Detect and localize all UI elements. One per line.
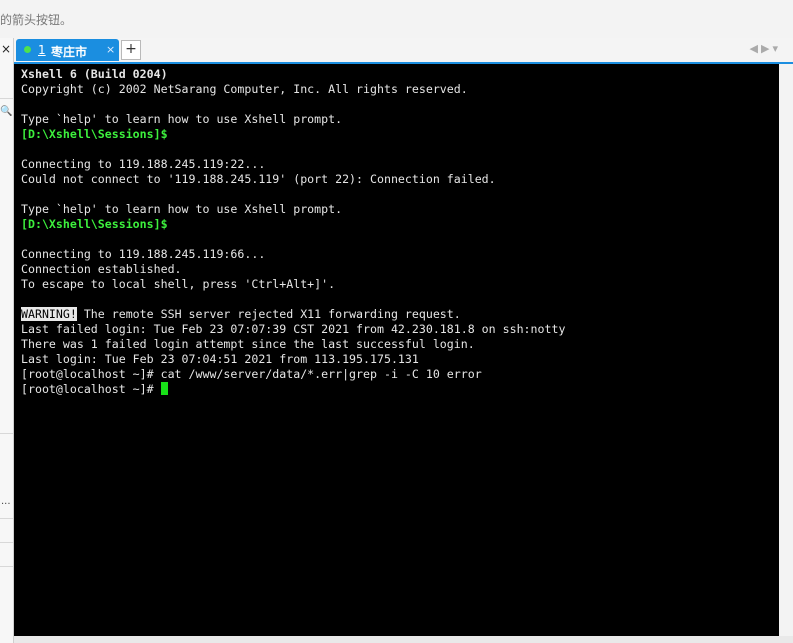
warning-label: WARNING!	[21, 307, 77, 321]
session-side-panel: × 🔍 ...	[0, 38, 14, 643]
divider	[0, 566, 13, 567]
terminal-line: Could not connect to '119.188.245.119' (…	[21, 172, 496, 186]
tab-navigation: ◀▶▾	[750, 42, 781, 55]
close-icon[interactable]: ×	[1, 42, 11, 56]
divider	[0, 518, 13, 519]
tab-close-icon[interactable]: ×	[106, 43, 115, 56]
warning-text: The remote SSH server rejected X11 forwa…	[76, 307, 461, 321]
tab-number: 1	[38, 43, 46, 57]
terminal-line: Connection established.	[21, 262, 182, 276]
divider	[0, 542, 13, 543]
vertical-scrollbar[interactable]	[779, 64, 793, 636]
terminal-line: Type `help' to learn how to use Xshell p…	[21, 112, 343, 126]
terminal-line: Copyright (c) 2002 NetSarang Computer, I…	[21, 82, 468, 96]
terminal-line: To escape to local shell, press 'Ctrl+Al…	[21, 277, 336, 291]
shell-prompt: [root@localhost ~]#	[21, 382, 161, 396]
terminal-line: Xshell 6 (Build 0204)	[21, 67, 168, 81]
terminal-line: There was 1 failed login attempt since t…	[21, 337, 475, 351]
warning-line: WARNING! The remote SSH server rejected …	[21, 307, 565, 322]
connected-status-icon	[24, 46, 31, 53]
command-line: [root@localhost ~]# cat /www/server/data…	[21, 367, 482, 381]
terminal-screen[interactable]: Xshell 6 (Build 0204) Copyright (c) 2002…	[14, 64, 779, 636]
divider	[0, 98, 13, 99]
divider	[0, 433, 13, 434]
chevron-left-icon[interactable]: ◀	[750, 42, 761, 55]
add-tab-button[interactable]: +	[121, 40, 141, 60]
terminal-line: Last failed login: Tue Feb 23 07:07:39 C…	[21, 322, 566, 336]
terminal-line: Last login: Tue Feb 23 07:04:51 2021 fro…	[21, 352, 419, 366]
more-icon[interactable]: ...	[1, 496, 11, 507]
tab-bar: 1 枣庄市 × + ◀▶▾	[14, 38, 793, 62]
terminal-line: Connecting to 119.188.245.119:66...	[21, 247, 266, 261]
tab-menu-icon[interactable]: ▾	[772, 42, 781, 55]
terminal-line: Connecting to 119.188.245.119:22...	[21, 157, 266, 171]
text-cursor	[160, 382, 168, 395]
tab-title: 枣庄市	[51, 45, 88, 59]
chevron-right-icon[interactable]: ▶	[761, 42, 772, 55]
top-toolbar: 的箭头按钮。	[0, 0, 793, 39]
local-prompt: [D:\Xshell\Sessions]$	[21, 217, 168, 231]
bottom-status-strip	[14, 636, 793, 643]
tab-session[interactable]: 1 枣庄市 ×	[16, 39, 119, 61]
hint-text: 的箭头按钮。	[0, 13, 73, 27]
terminal-line: Type `help' to learn how to use Xshell p…	[21, 202, 343, 216]
local-prompt: [D:\Xshell\Sessions]$	[21, 127, 168, 141]
search-icon[interactable]: 🔍	[0, 106, 12, 117]
current-prompt-line[interactable]: [root@localhost ~]#	[21, 382, 565, 397]
